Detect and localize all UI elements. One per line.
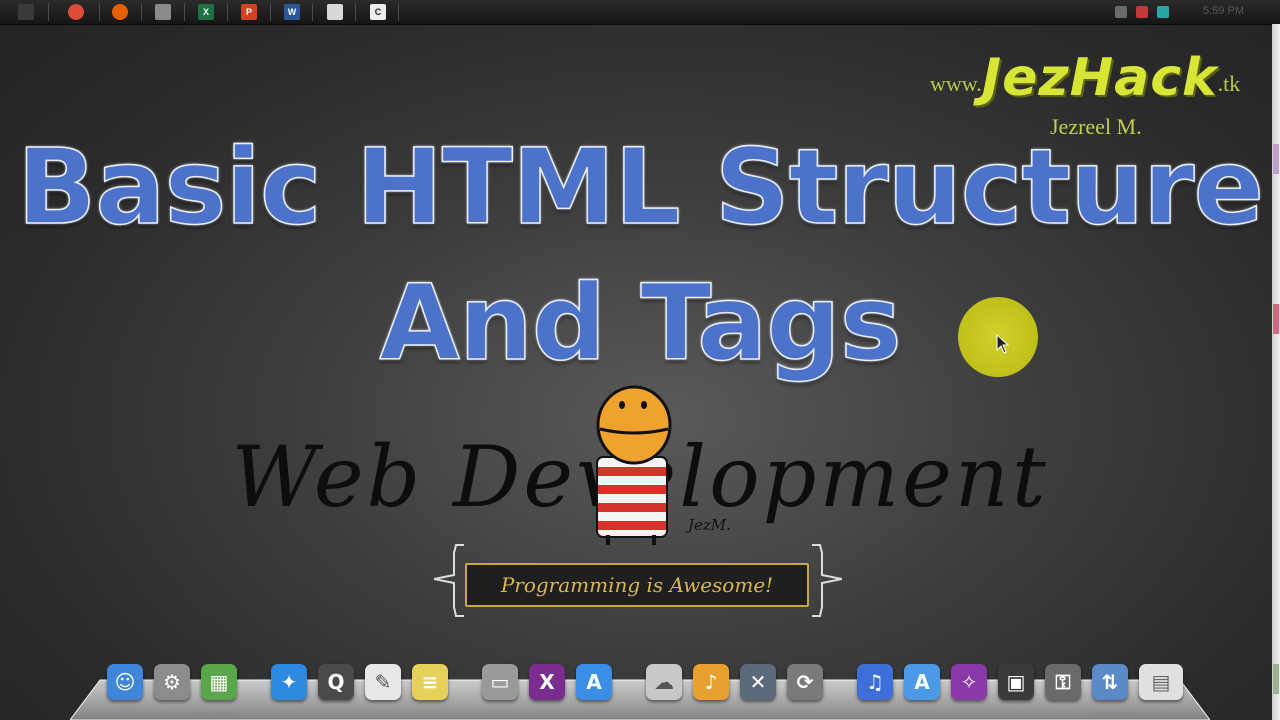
watermark-url: www.JezHack.tk bbox=[930, 48, 1241, 108]
slide-title-line-2: And Tags bbox=[379, 261, 903, 385]
dashboard-icon[interactable]: ▦ bbox=[201, 664, 237, 700]
taskbar-separator bbox=[355, 3, 356, 21]
mission-control-icon[interactable]: ▣ bbox=[998, 664, 1034, 700]
taskbar-separator bbox=[227, 3, 228, 21]
system-preferences-icon[interactable]: ⚙ bbox=[154, 664, 190, 700]
xcode-icon[interactable]: X bbox=[529, 664, 565, 700]
notepad-icon[interactable] bbox=[327, 4, 343, 20]
apple-icon[interactable] bbox=[18, 4, 34, 20]
trash-icon[interactable]: ▤ bbox=[1139, 664, 1183, 700]
garageband-icon[interactable]: ♪ bbox=[693, 664, 729, 700]
taskbar-separator bbox=[141, 3, 142, 21]
watermark-suffix: .tk bbox=[1217, 71, 1241, 96]
quicktime-icon[interactable]: Q bbox=[318, 664, 354, 700]
network-icon[interactable]: ⇅ bbox=[1092, 664, 1128, 700]
network-status-icon[interactable] bbox=[1136, 6, 1148, 18]
applications-icon[interactable]: A bbox=[904, 664, 940, 700]
powerpoint-icon[interactable]: P bbox=[241, 4, 257, 20]
cartoon-character-illustration bbox=[596, 385, 672, 545]
taskbar-separator bbox=[184, 3, 185, 21]
excel-icon[interactable]: X bbox=[198, 4, 214, 20]
mouse-pointer-icon bbox=[996, 334, 1010, 354]
watermark-prefix: www. bbox=[930, 71, 982, 96]
volume-icon[interactable] bbox=[1115, 6, 1127, 18]
taskbar: 5:59 PM X P W C bbox=[0, 0, 1280, 25]
taskbar-separator bbox=[99, 3, 100, 21]
icloud-icon[interactable]: ☁ bbox=[646, 664, 682, 700]
taskbar-separator bbox=[48, 3, 49, 21]
textedit-icon[interactable]: ✎ bbox=[365, 664, 401, 700]
tagline-frame: Programming is Awesome! bbox=[434, 543, 842, 618]
clock[interactable]: 5:59 PM bbox=[1203, 5, 1244, 17]
sync-tray-icon[interactable] bbox=[1157, 6, 1169, 18]
taskbar-separator bbox=[398, 3, 399, 21]
keychain-icon[interactable]: ⚿ bbox=[1045, 664, 1081, 700]
stickies-icon[interactable]: ≡ bbox=[412, 664, 448, 700]
taskbar-separator bbox=[270, 3, 271, 21]
tagline-banner: Programming is Awesome! bbox=[465, 563, 809, 607]
watermark-brand: JezHack bbox=[981, 48, 1218, 108]
itunes-icon[interactable]: ♫ bbox=[857, 664, 893, 700]
sync-icon[interactable]: ⟳ bbox=[787, 664, 823, 700]
dock-shelf bbox=[70, 679, 1210, 720]
taskbar-separator bbox=[312, 3, 313, 21]
camtasia-icon[interactable]: C bbox=[370, 4, 386, 20]
app-store-icon[interactable]: A bbox=[576, 664, 612, 700]
logo-signature: JezM. bbox=[688, 516, 731, 534]
finder-icon[interactable]: ☺ bbox=[107, 664, 143, 700]
word-icon[interactable]: W bbox=[284, 4, 300, 20]
safari-icon[interactable]: ✦ bbox=[271, 664, 307, 700]
drive-icon[interactable]: ▭ bbox=[482, 664, 518, 700]
firefox-icon[interactable] bbox=[112, 4, 128, 20]
utilities-icon[interactable]: ✕ bbox=[740, 664, 776, 700]
photo-booth-icon[interactable]: ✧ bbox=[951, 664, 987, 700]
chrome-icon[interactable] bbox=[68, 4, 84, 20]
calculator-icon[interactable] bbox=[155, 4, 171, 20]
slide-title-line-1: Basic HTML Structure bbox=[16, 125, 1264, 249]
